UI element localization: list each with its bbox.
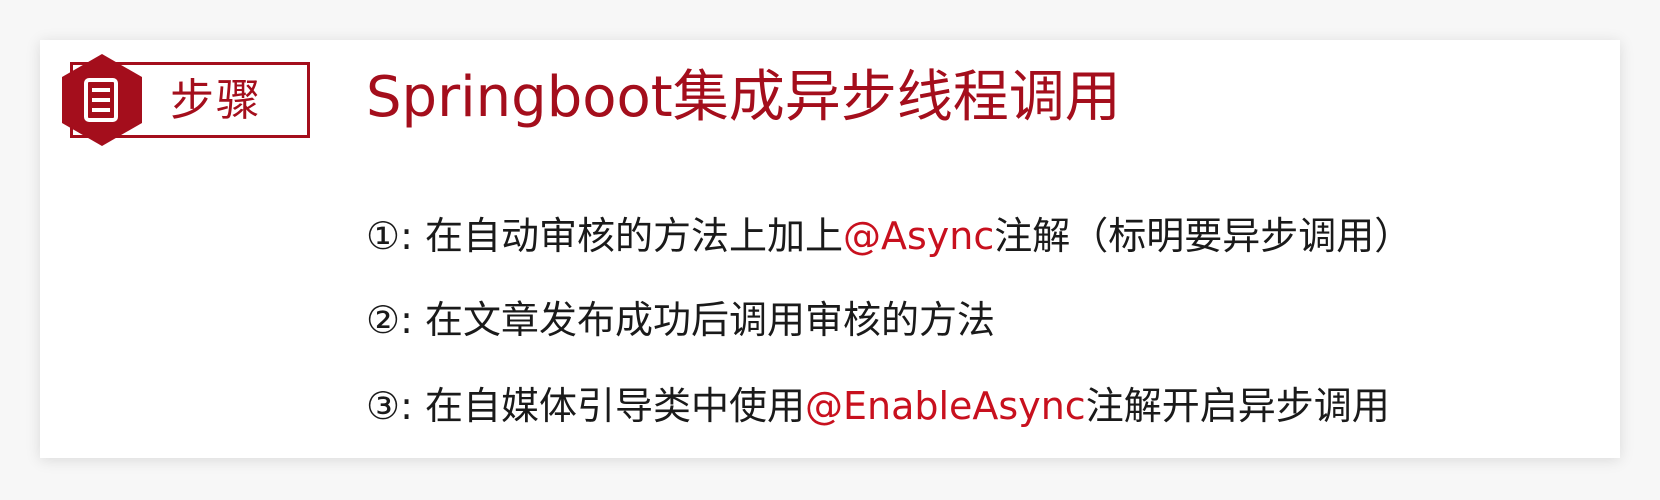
step-separator: :: [400, 298, 425, 342]
page-title: Springboot集成异步线程调用: [366, 65, 1121, 130]
step-text: 在自动审核的方法上加上: [424, 214, 843, 258]
step-separator: :: [400, 384, 425, 428]
step-item-2: ②: 在文章发布成功后调用审核的方法: [366, 292, 995, 348]
step-text-suffix: 注解（标明要异步调用）: [994, 214, 1413, 258]
step-text-suffix: 注解开启异步调用: [1085, 384, 1390, 428]
annotation-highlight: @EnableAsync: [804, 384, 1086, 428]
step-marker: ②: [366, 298, 401, 342]
step-text: 在文章发布成功后调用审核的方法: [424, 298, 995, 342]
step-marker: ①: [366, 214, 401, 258]
step-text: 在自媒体引导类中使用: [424, 384, 805, 428]
badge-label: 步骤: [170, 75, 262, 126]
document-icon: [62, 54, 142, 146]
annotation-highlight: @Async: [842, 214, 995, 258]
step-item-3: ③: 在自媒体引导类中使用@EnableAsync注解开启异步调用: [366, 378, 1390, 434]
step-separator: :: [400, 214, 425, 258]
step-marker: ③: [366, 384, 401, 428]
step-item-1: ①: 在自动审核的方法上加上@Async注解（标明要异步调用）: [366, 208, 1412, 264]
